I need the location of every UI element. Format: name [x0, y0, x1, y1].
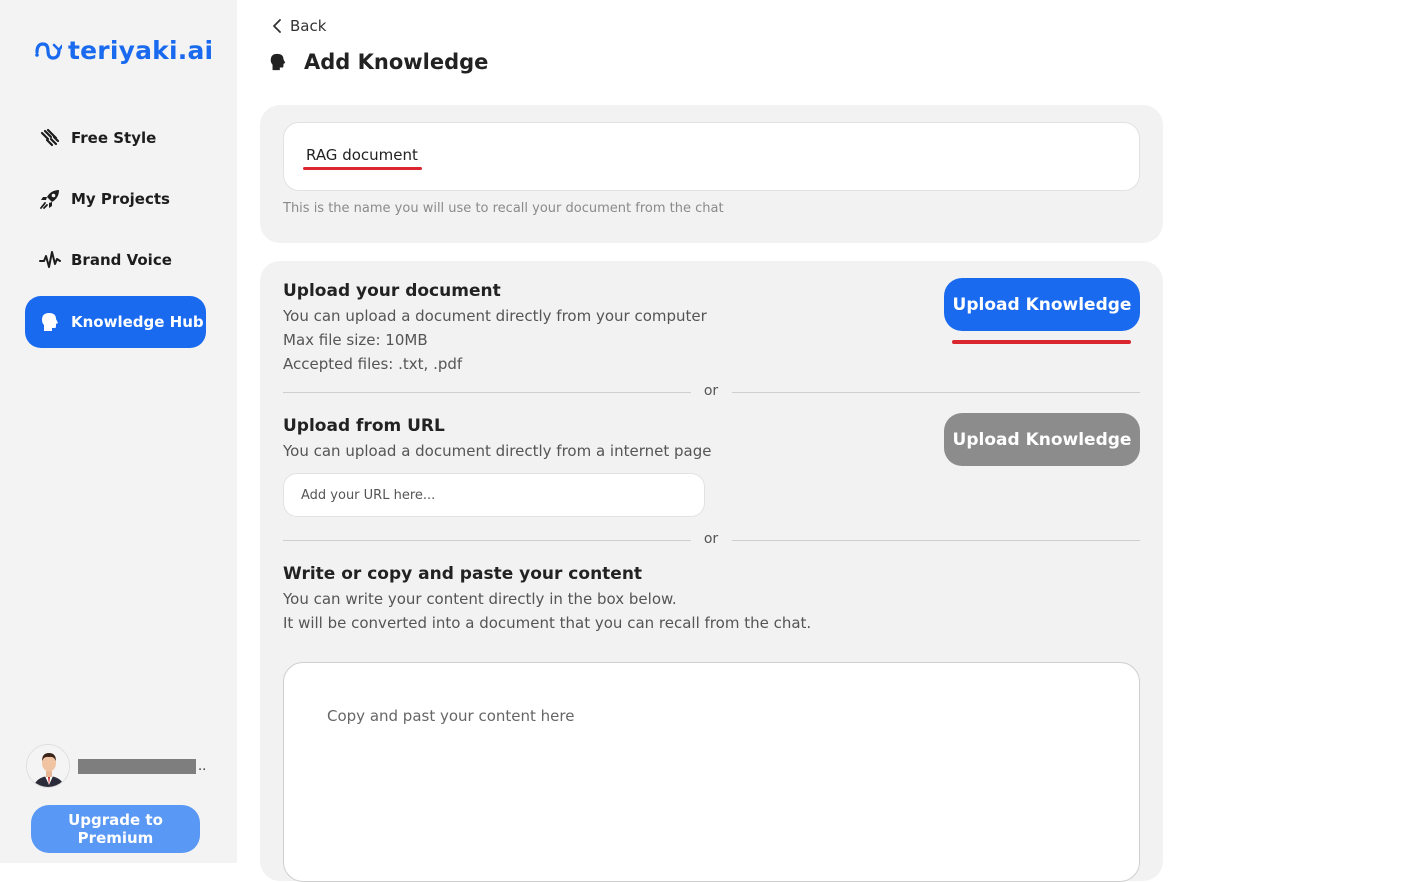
upload-url-description: You can upload a document directly from …: [283, 442, 712, 460]
user-profile[interactable]: ..: [26, 744, 206, 788]
user-name-redacted: [78, 758, 196, 774]
content-textarea[interactable]: [283, 662, 1140, 882]
head-icon: [270, 53, 286, 71]
url-input[interactable]: [283, 473, 705, 517]
page-title: Add Knowledge: [304, 50, 489, 74]
write-content-line: You can write your content directly in t…: [283, 590, 677, 608]
avatar: [26, 744, 70, 788]
upload-url-title: Upload from URL: [283, 416, 445, 436]
write-content-title: Write or copy and paste your content: [283, 564, 643, 584]
annotation-underline: [952, 340, 1131, 344]
divider: or: [283, 531, 1140, 549]
divider: or: [283, 383, 1140, 401]
divider-label: or: [703, 531, 719, 547]
sidebar-item-label: Brand Voice: [71, 251, 172, 269]
sidebar-item-label: Knowledge Hub: [71, 313, 204, 331]
upload-document-title: Upload your document: [283, 281, 501, 301]
sidebar-item-knowledge-hub[interactable]: Knowledge Hub: [25, 296, 206, 348]
document-name-value: RAG document: [306, 146, 418, 164]
rocket-icon: [39, 188, 61, 210]
back-label: Back: [290, 17, 327, 35]
head-icon: [39, 311, 61, 333]
upgrade-button[interactable]: Upgrade to Premium: [31, 805, 200, 853]
upload-document-line: You can upload a document directly from …: [283, 307, 707, 325]
page-header: Add Knowledge: [268, 50, 488, 74]
sidebar-item-my-projects[interactable]: My Projects: [25, 173, 206, 225]
free-style-icon: [39, 127, 61, 149]
sidebar-item-label: My Projects: [71, 190, 170, 208]
user-name-ellipsis: ..: [198, 758, 207, 774]
upload-url-button[interactable]: Upload Knowledge: [944, 413, 1140, 466]
sidebar: teriyaki.ai Free Style My Projects Brand: [0, 0, 237, 863]
sidebar-item-free-style[interactable]: Free Style: [25, 112, 206, 164]
logo-text: teriyaki.ai: [68, 36, 214, 65]
upload-document-line: Max file size: 10MB: [283, 331, 428, 349]
sidebar-item-label: Free Style: [71, 129, 157, 147]
sidebar-item-brand-voice[interactable]: Brand Voice: [25, 234, 206, 286]
upload-document-button[interactable]: Upload Knowledge: [944, 278, 1140, 331]
logo-icon: [35, 41, 62, 60]
document-name-helper: This is the name you will use to recall …: [283, 201, 724, 216]
write-content-line: It will be converted into a document tha…: [283, 614, 812, 632]
upload-document-line: Accepted files: .txt, .pdf: [283, 355, 463, 373]
back-link[interactable]: Back: [272, 17, 326, 35]
logo[interactable]: teriyaki.ai: [34, 36, 213, 65]
chevron-left-icon: [273, 19, 281, 33]
waveform-icon: [39, 249, 61, 271]
annotation-underline: [303, 167, 422, 170]
divider-label: or: [703, 383, 719, 399]
